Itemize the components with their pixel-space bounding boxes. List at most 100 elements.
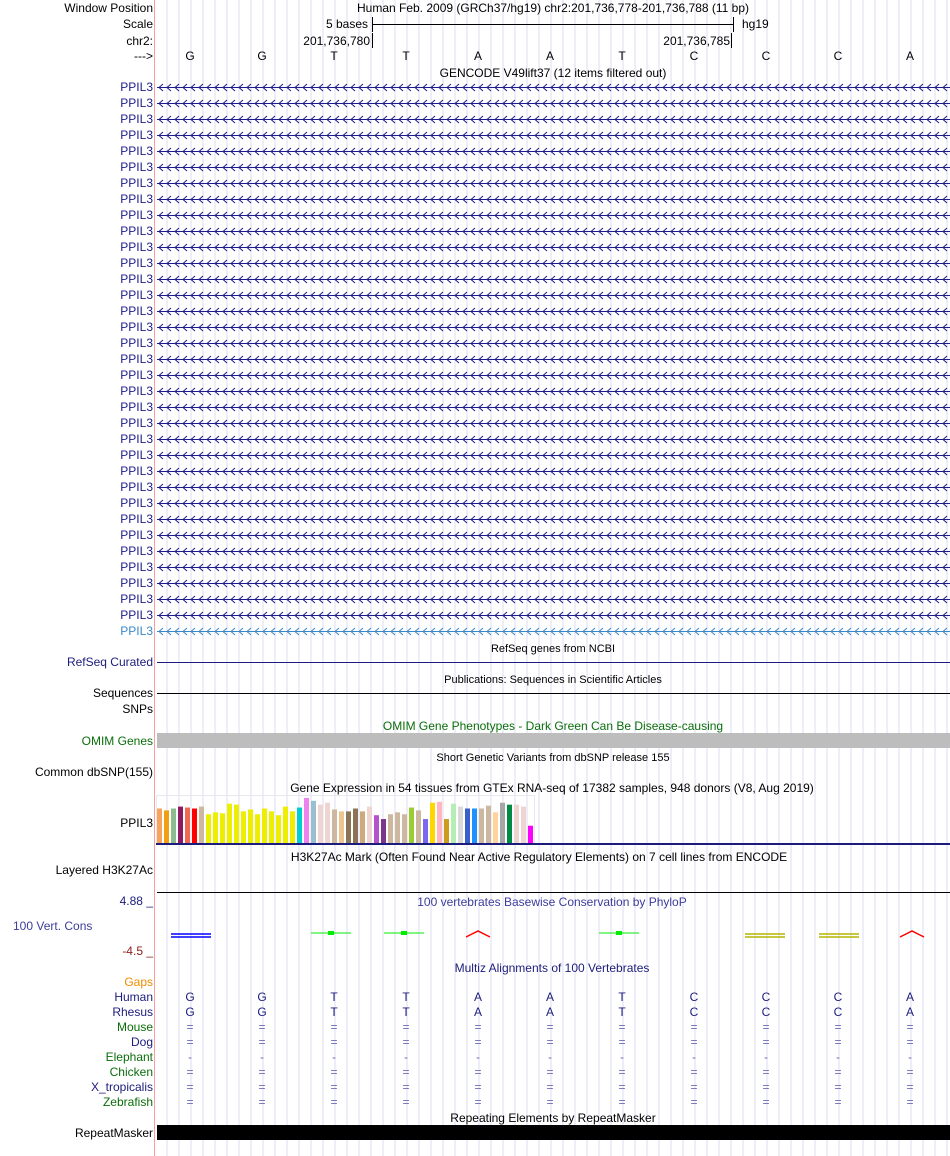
gtex-bar[interactable] — [444, 819, 449, 843]
gene-label[interactable]: PPIL3 — [120, 176, 153, 190]
gene-label[interactable]: PPIL3 — [120, 432, 153, 446]
gtex-bar[interactable] — [199, 806, 204, 843]
gene-label[interactable]: PPIL3 — [120, 400, 153, 414]
gtex-bar[interactable] — [185, 807, 190, 843]
gene-label[interactable]: PPIL3 — [120, 240, 153, 254]
gtex-bar[interactable] — [493, 812, 498, 843]
gtex-bar[interactable] — [479, 808, 484, 844]
repeatmasker-bar[interactable] — [157, 1125, 950, 1140]
gtex-bar[interactable] — [388, 814, 393, 843]
gene-transcript[interactable] — [157, 147, 950, 156]
gtex-label[interactable]: PPIL3 — [120, 816, 153, 830]
h3k27ac-label[interactable]: Layered H3K27Ac — [56, 863, 153, 877]
gtex-bar[interactable] — [311, 800, 316, 843]
species-label[interactable]: Elephant — [106, 1050, 153, 1064]
gene-transcript[interactable] — [157, 579, 950, 588]
gene-transcript[interactable] — [157, 195, 950, 204]
gene-transcript[interactable] — [157, 387, 950, 396]
gtex-bar[interactable] — [283, 806, 288, 843]
dbsnp-label[interactable]: Common dbSNP(155) — [35, 765, 153, 779]
species-label[interactable]: Zebrafish — [103, 1095, 153, 1109]
species-label[interactable]: Rhesus — [112, 1005, 153, 1019]
gtex-bar[interactable] — [451, 803, 456, 843]
gene-transcript[interactable] — [157, 131, 950, 140]
omim-label[interactable]: OMIM Genes — [82, 734, 153, 748]
gtex-bar[interactable] — [528, 825, 533, 843]
gene-label[interactable]: PPIL3 — [120, 352, 153, 366]
gene-label[interactable]: PPIL3 — [120, 368, 153, 382]
gtex-bar[interactable] — [521, 806, 526, 843]
gtex-bar[interactable] — [458, 806, 463, 843]
gene-label[interactable]: PPIL3 — [120, 304, 153, 318]
gene-transcript[interactable] — [157, 211, 950, 220]
gtex-bar[interactable] — [346, 811, 351, 843]
gene-label[interactable]: PPIL3 — [120, 192, 153, 206]
gene-transcript[interactable] — [157, 467, 950, 476]
gtex-bar[interactable] — [367, 806, 372, 843]
gene-transcript[interactable] — [157, 611, 950, 620]
gtex-bar[interactable] — [213, 812, 218, 843]
gtex-bar[interactable] — [353, 808, 358, 844]
gene-transcript[interactable] — [157, 451, 950, 460]
gene-transcript[interactable] — [157, 291, 950, 300]
gtex-bar[interactable] — [192, 808, 197, 844]
gtex-bar[interactable] — [297, 807, 302, 843]
gtex-bar[interactable] — [486, 805, 491, 843]
gene-label[interactable]: PPIL3 — [120, 464, 153, 478]
species-label[interactable]: Chicken — [110, 1065, 153, 1079]
refseq-label[interactable]: RefSeq Curated — [67, 655, 153, 669]
gene-transcript[interactable] — [157, 595, 950, 604]
gtex-bar[interactable] — [206, 814, 211, 843]
species-label[interactable]: X_tropicalis — [91, 1080, 153, 1094]
gtex-bar[interactable] — [409, 807, 414, 843]
gtex-bar[interactable] — [381, 819, 386, 843]
gene-label[interactable]: PPIL3 — [120, 272, 153, 286]
gtex-bar[interactable] — [514, 804, 519, 843]
species-label[interactable]: Human — [114, 990, 153, 1004]
gene-label[interactable]: PPIL3 — [120, 208, 153, 222]
pubs-line[interactable] — [157, 693, 950, 694]
species-label[interactable]: Dog — [131, 1035, 153, 1049]
species-label[interactable]: Mouse — [117, 1020, 153, 1034]
gaps-label[interactable]: Gaps — [124, 975, 153, 989]
gtex-bar[interactable] — [395, 812, 400, 843]
gene-label[interactable]: PPIL3 — [120, 160, 153, 174]
gene-transcript[interactable] — [157, 371, 950, 380]
gtex-bar[interactable] — [402, 814, 407, 843]
gtex-bar[interactable] — [304, 797, 309, 843]
gene-label[interactable]: PPIL3 — [120, 496, 153, 510]
gtex-bar[interactable] — [157, 808, 162, 844]
gene-transcript[interactable] — [157, 99, 950, 108]
gene-transcript[interactable] — [157, 323, 950, 332]
gene-label[interactable]: PPIL3 — [120, 224, 153, 238]
gene-label[interactable]: PPIL3 — [120, 624, 153, 638]
repeatmasker-label[interactable]: RepeatMasker — [75, 1126, 153, 1140]
gene-transcript[interactable] — [157, 355, 950, 364]
gene-transcript[interactable] — [157, 563, 950, 572]
gtex-bar[interactable] — [374, 815, 379, 843]
gtex-bar[interactable] — [178, 806, 183, 843]
gtex-bar[interactable] — [234, 804, 239, 843]
gene-label[interactable]: PPIL3 — [120, 448, 153, 462]
gene-transcript[interactable] — [157, 227, 950, 236]
gtex-bar[interactable] — [500, 802, 505, 843]
gene-label[interactable]: PPIL3 — [120, 480, 153, 494]
gtex-bar[interactable] — [255, 814, 260, 843]
gtex-bar[interactable] — [262, 808, 267, 844]
refseq-line[interactable] — [157, 662, 950, 663]
gene-transcript[interactable] — [157, 163, 950, 172]
gtex-bar[interactable] — [290, 811, 295, 843]
gene-label[interactable]: PPIL3 — [120, 544, 153, 558]
gene-transcript[interactable] — [157, 483, 950, 492]
gene-label[interactable]: PPIL3 — [120, 320, 153, 334]
gene-label[interactable]: PPIL3 — [120, 512, 153, 526]
gene-transcript[interactable] — [157, 179, 950, 188]
omim-bar[interactable] — [157, 733, 950, 748]
gtex-chart[interactable] — [156, 795, 950, 847]
gtex-bar[interactable] — [269, 811, 274, 843]
gtex-bar[interactable] — [318, 804, 323, 843]
gene-transcript[interactable] — [157, 547, 950, 556]
genome-browser-image[interactable]: Window Position Human Feb. 2009 (GRCh37/… — [0, 0, 950, 1156]
gene-transcript[interactable] — [157, 83, 950, 92]
gene-label[interactable]: PPIL3 — [120, 608, 153, 622]
